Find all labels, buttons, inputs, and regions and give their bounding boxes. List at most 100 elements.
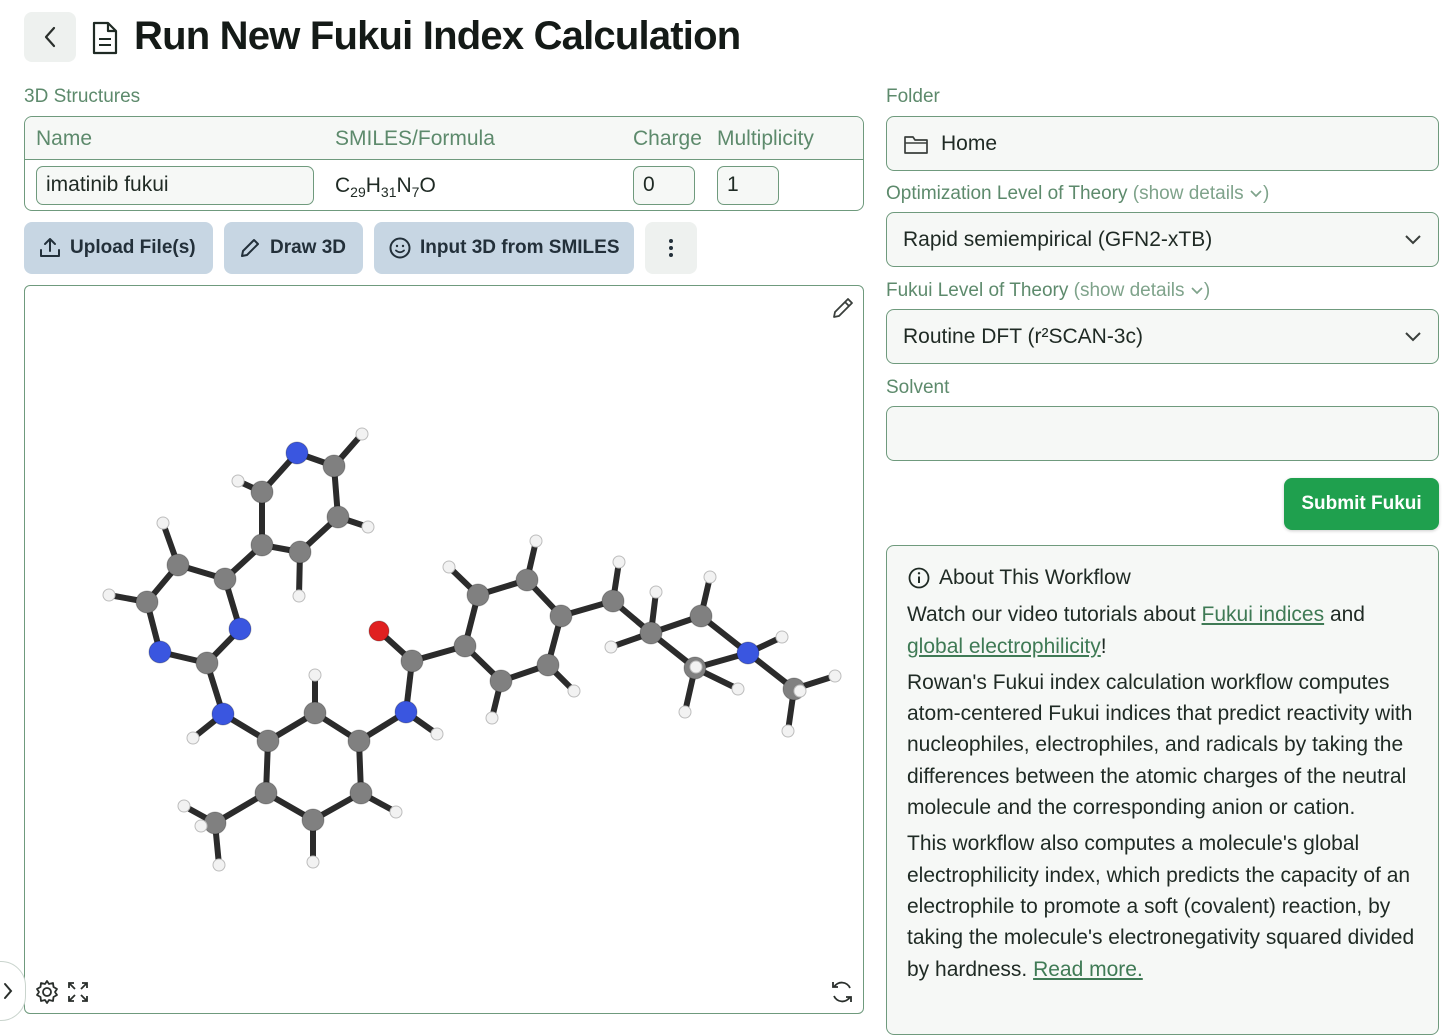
carbon-atom[interactable] bbox=[213, 567, 237, 591]
input-from-smiles-button[interactable]: Input 3D from SMILES bbox=[374, 222, 634, 274]
nitrogen-atom[interactable] bbox=[285, 441, 309, 465]
hydrogen-atom[interactable] bbox=[529, 534, 543, 548]
multiplicity-input[interactable]: 1 bbox=[717, 166, 779, 205]
hydrogen-atom[interactable] bbox=[442, 560, 456, 574]
carbon-atom[interactable] bbox=[250, 480, 274, 504]
carbon-atom[interactable] bbox=[549, 604, 573, 628]
hydrogen-atom[interactable] bbox=[292, 589, 306, 603]
fukui-indices-link[interactable]: Fukui indices bbox=[1202, 603, 1325, 626]
read-more-link[interactable]: Read more. bbox=[1033, 958, 1143, 981]
back-button[interactable] bbox=[24, 12, 76, 62]
hydrogen-atom[interactable] bbox=[156, 516, 170, 530]
settings-gear-icon[interactable] bbox=[34, 979, 60, 1010]
folder-select[interactable]: Home bbox=[886, 116, 1439, 171]
charge-input[interactable]: 0 bbox=[633, 166, 695, 205]
more-vertical-icon bbox=[669, 239, 673, 257]
hydrogen-atom[interactable] bbox=[361, 520, 375, 534]
hydrogen-atom[interactable] bbox=[231, 474, 245, 488]
carbon-atom[interactable] bbox=[515, 568, 539, 592]
upload-files-label: Upload File(s) bbox=[70, 237, 196, 258]
molecule-viewer[interactable] bbox=[24, 285, 864, 1014]
fullscreen-icon[interactable] bbox=[66, 980, 90, 1009]
hydrogen-atom[interactable] bbox=[212, 858, 226, 872]
edit-pencil-icon[interactable] bbox=[829, 294, 857, 327]
column-header-name: Name bbox=[36, 127, 93, 150]
hydrogen-atom[interactable] bbox=[567, 684, 581, 698]
upload-files-button[interactable]: Upload File(s) bbox=[24, 222, 213, 274]
molecule-3d-render[interactable] bbox=[25, 286, 865, 1015]
folder-value: Home bbox=[941, 131, 998, 155]
carbon-atom[interactable] bbox=[250, 533, 274, 557]
hydrogen-atom[interactable] bbox=[485, 711, 499, 725]
solvent-input[interactable] bbox=[886, 406, 1439, 461]
upload-icon bbox=[40, 238, 60, 257]
hydrogen-atom[interactable] bbox=[355, 427, 369, 441]
hydrogen-atom[interactable] bbox=[678, 705, 692, 719]
draw-3d-button[interactable]: Draw 3D bbox=[224, 222, 363, 274]
carbon-atom[interactable] bbox=[349, 781, 373, 805]
carbon-atom[interactable] bbox=[195, 651, 219, 675]
carbon-atom[interactable] bbox=[689, 604, 713, 628]
hydrogen-atom[interactable] bbox=[306, 855, 320, 869]
chevron-down-icon bbox=[1405, 234, 1421, 244]
carbon-atom[interactable] bbox=[466, 583, 490, 607]
folder-label: Folder bbox=[886, 86, 940, 107]
hydrogen-atom[interactable] bbox=[102, 588, 116, 602]
carbon-atom[interactable] bbox=[489, 669, 513, 693]
about-workflow-panel: About This Workflow Watch our video tuto… bbox=[886, 545, 1439, 1035]
hydrogen-atom[interactable] bbox=[186, 731, 200, 745]
hydrogen-atom[interactable] bbox=[775, 630, 789, 644]
nitrogen-atom[interactable] bbox=[148, 640, 172, 664]
carbon-atom[interactable] bbox=[322, 454, 346, 478]
carbon-atom[interactable] bbox=[326, 505, 350, 529]
carbon-atom[interactable] bbox=[254, 781, 278, 805]
hydrogen-atom[interactable] bbox=[308, 668, 322, 682]
nitrogen-atom[interactable] bbox=[394, 700, 418, 724]
hydrogen-atom[interactable] bbox=[430, 727, 444, 741]
carbon-atom[interactable] bbox=[135, 590, 159, 614]
hydrogen-atom[interactable] bbox=[389, 805, 403, 819]
carbon-atom[interactable] bbox=[303, 701, 327, 725]
hydrogen-atom[interactable] bbox=[828, 669, 842, 683]
hydrogen-atom[interactable] bbox=[781, 724, 795, 738]
carbon-atom[interactable] bbox=[203, 811, 227, 835]
carbon-atom[interactable] bbox=[536, 653, 560, 677]
fukui-show-details-link[interactable]: (show details ) bbox=[1074, 280, 1211, 301]
hydrogen-atom[interactable] bbox=[649, 585, 663, 599]
carbon-atom[interactable] bbox=[347, 729, 371, 753]
carbon-atom[interactable] bbox=[639, 621, 663, 645]
hydrogen-atom[interactable] bbox=[194, 819, 208, 833]
hydrogen-atom[interactable] bbox=[793, 684, 807, 698]
chevron-down-icon bbox=[1250, 190, 1262, 198]
nitrogen-atom[interactable] bbox=[228, 617, 252, 641]
opt-level-select[interactable]: Rapid semiempirical (GFN2-xTB) bbox=[886, 212, 1439, 267]
global-electrophilicity-link[interactable]: global electrophilicity bbox=[907, 635, 1101, 658]
carbon-atom[interactable] bbox=[256, 729, 280, 753]
expand-sidebar-button[interactable] bbox=[0, 961, 26, 1021]
structure-name-input[interactable]: imatinib fukui bbox=[36, 166, 314, 205]
hydrogen-atom[interactable] bbox=[703, 570, 717, 584]
structures-section-label: 3D Structures bbox=[24, 86, 141, 107]
hydrogen-atom[interactable] bbox=[612, 555, 626, 569]
hydrogen-atom[interactable] bbox=[604, 640, 618, 654]
chevron-left-icon bbox=[44, 26, 56, 48]
hydrogen-atom[interactable] bbox=[689, 660, 703, 674]
opt-show-details-link[interactable]: (show details ) bbox=[1133, 183, 1270, 204]
carbon-atom[interactable] bbox=[400, 649, 424, 673]
carbon-atom[interactable] bbox=[601, 589, 625, 613]
reset-view-icon[interactable] bbox=[829, 979, 855, 1010]
hydrogen-atom[interactable] bbox=[731, 682, 745, 696]
opt-level-label: Optimization Level of Theory (show detai… bbox=[886, 183, 1270, 204]
carbon-atom[interactable] bbox=[301, 808, 325, 832]
more-options-button[interactable] bbox=[645, 222, 697, 274]
column-header-charge: Charge bbox=[633, 127, 702, 150]
hydrogen-atom[interactable] bbox=[177, 799, 191, 813]
nitrogen-atom[interactable] bbox=[736, 641, 760, 665]
nitrogen-atom[interactable] bbox=[211, 702, 235, 726]
carbon-atom[interactable] bbox=[166, 553, 190, 577]
carbon-atom[interactable] bbox=[453, 634, 477, 658]
fukui-level-select[interactable]: Routine DFT (r²SCAN-3c) bbox=[886, 309, 1439, 364]
carbon-atom[interactable] bbox=[288, 540, 312, 564]
oxygen-atom[interactable] bbox=[368, 620, 390, 642]
submit-fukui-button[interactable]: Submit Fukui bbox=[1284, 478, 1439, 530]
